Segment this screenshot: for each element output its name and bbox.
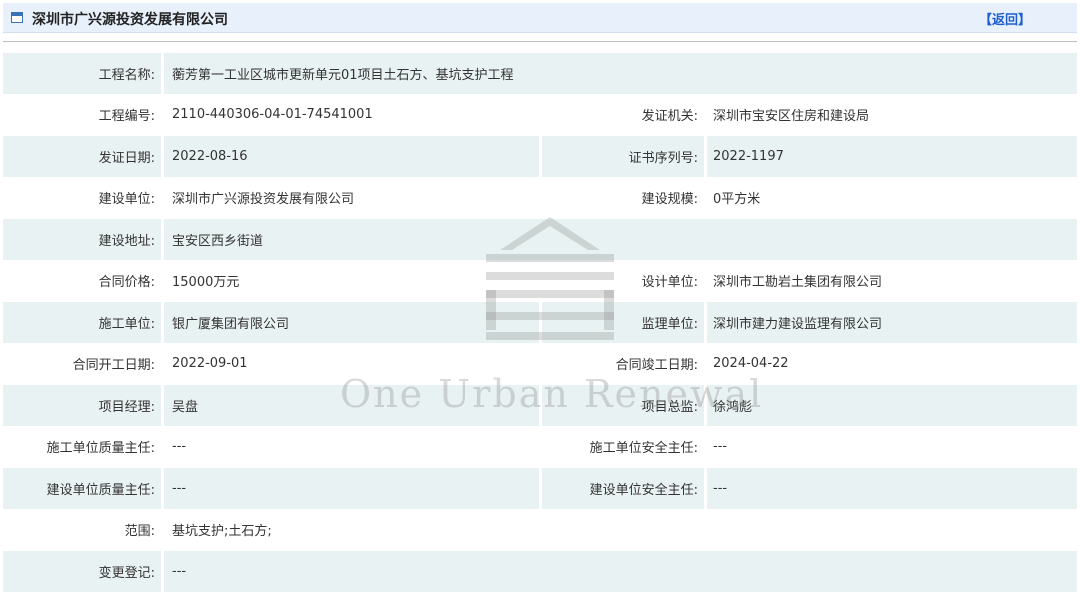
field-value: 基坑支护;土石方; — [172, 524, 272, 540]
field-value: 深圳市建力建设监理有限公司 — [707, 302, 1077, 343]
field-label: 建设地址: — [3, 219, 161, 260]
field-value: 2022-09-01 — [172, 356, 248, 372]
table-row: 工程编号: 2110-440306-04-01-74541001 发证机关: 深圳市宝… — [3, 95, 1077, 136]
field-label: 建设单位: — [98, 192, 155, 208]
field-label: 施工单位安全主任: — [589, 441, 698, 457]
field-value: 2024-04-22 — [713, 356, 789, 372]
field-label: 范围: — [124, 524, 155, 540]
field-value: 深圳市宝安区住房和建设局 — [713, 109, 870, 125]
page-header: 深圳市广兴源投资发展有限公司 【返回】 — [3, 3, 1077, 33]
table-row: 合同开工日期: 2022-09-01 合同竣工日期: 2024-04-22 — [3, 344, 1077, 385]
table-row: 建设单位质量主任: --- 建设单位安全主任: --- — [3, 468, 1077, 510]
back-button[interactable]: 【返回】 — [979, 9, 1031, 28]
table-row: 范围: 基坑支护;土石方; — [3, 510, 1077, 551]
field-value: --- — [164, 468, 539, 509]
table-row: 建设单位: 深圳市广兴源投资发展有限公司 建设规模: 0平方米 — [3, 178, 1077, 219]
page-title: 深圳市广兴源投资发展有限公司 — [32, 12, 228, 28]
field-label: 工程名称: — [3, 53, 161, 94]
field-label: 变更登记: — [3, 551, 161, 592]
table-row: 变更登记: --- — [3, 551, 1077, 593]
field-label: 合同价格: — [98, 275, 155, 291]
field-value: 2110-440306-04-01-74541001 — [172, 107, 373, 123]
window-icon — [11, 12, 23, 23]
field-value: --- — [707, 468, 1077, 509]
field-value: 15000万元 — [172, 275, 240, 291]
field-value: 深圳市工勘岩土集团有限公司 — [713, 275, 883, 291]
table-row: 工程名称: 蘅芳第一工业区城市更新单元01项目土石方、基坑支护工程 — [3, 53, 1077, 95]
table-row: 施工单位质量主任: --- 施工单位安全主任: --- — [3, 427, 1077, 468]
field-label: 项目经理: — [3, 385, 161, 426]
table-row: 项目经理: 吴盘 项目总监: 徐鸿彪 — [3, 385, 1077, 427]
field-value: 蘅芳第一工业区城市更新单元01项目土石方、基坑支护工程 — [164, 53, 1077, 94]
field-label: 合同开工日期: — [72, 358, 155, 374]
header-divider — [3, 41, 1077, 42]
field-label: 施工单位: — [3, 302, 161, 343]
table-row: 发证日期: 2022-08-16 证书序列号: 2022-1197 — [3, 136, 1077, 178]
field-label: 设计单位: — [641, 275, 698, 291]
field-value: 宝安区西乡街道 — [164, 219, 1077, 260]
field-value: 吴盘 — [164, 385, 539, 426]
field-label: 施工单位质量主任: — [46, 441, 155, 457]
field-label: 发证机关: — [641, 109, 698, 125]
field-label: 证书序列号: — [542, 136, 704, 177]
field-value: 2022-08-16 — [164, 136, 539, 177]
field-label: 建设规模: — [641, 192, 698, 208]
table-row: 建设地址: 宝安区西乡街道 — [3, 219, 1077, 261]
info-table: 工程名称: 蘅芳第一工业区城市更新单元01项目土石方、基坑支护工程 工程编号: 211… — [3, 53, 1077, 593]
table-row: 合同价格: 15000万元 设计单位: 深圳市工勘岩土集团有限公司 — [3, 261, 1077, 302]
field-value: --- — [172, 439, 187, 455]
field-label: 合同竣工日期: — [615, 358, 698, 374]
field-value: --- — [713, 439, 728, 455]
field-value: 徐鸿彪 — [707, 385, 1077, 426]
field-value: 银广厦集团有限公司 — [164, 302, 539, 343]
field-value: 0平方米 — [713, 192, 761, 208]
field-label: 工程编号: — [98, 109, 155, 125]
field-label: 建设单位质量主任: — [3, 468, 161, 509]
field-label: 监理单位: — [542, 302, 704, 343]
field-value: --- — [164, 551, 1077, 592]
field-label: 项目总监: — [542, 385, 704, 426]
field-label: 发证日期: — [3, 136, 161, 177]
table-row: 施工单位: 银广厦集团有限公司 监理单位: 深圳市建力建设监理有限公司 — [3, 302, 1077, 344]
field-value: 2022-1197 — [707, 136, 1077, 177]
field-label: 建设单位安全主任: — [542, 468, 704, 509]
field-value: 深圳市广兴源投资发展有限公司 — [172, 192, 355, 208]
